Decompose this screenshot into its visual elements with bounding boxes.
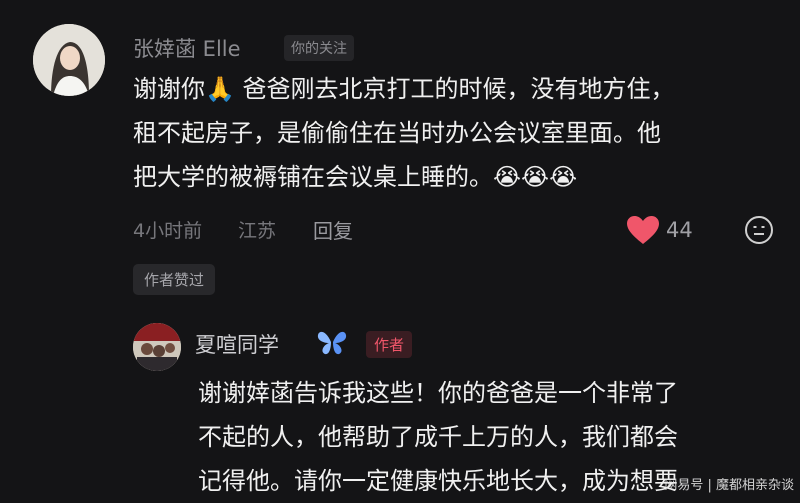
emoji-icon[interactable]: [744, 215, 774, 245]
heart-icon[interactable]: [626, 215, 660, 245]
like-count: 44: [666, 218, 693, 242]
comment-location: 江苏: [238, 220, 277, 242]
comment-line-1: 谢谢你🙏 爸爸刚去北京打工的时候，没有地方住，: [133, 75, 675, 103]
avatar-photo: [33, 24, 105, 96]
reply-button[interactable]: 回复: [313, 215, 353, 244]
follow-tag: 你的关注: [284, 35, 354, 61]
butterfly-icon: [317, 331, 347, 355]
commenter-name[interactable]: 张婞菡 Elle: [133, 33, 241, 63]
comment-line-2: 租不起房子，是偷偷住在当时办公会议室里面。他: [133, 119, 661, 147]
comment-line-3: 把大学的被褥铺在会议桌上睡的。😭😭😭: [133, 163, 578, 191]
author-liked-badge: 作者赞过: [133, 264, 216, 295]
reply-line-2: 不起的人，他帮助了成千上万的人，我们都会: [198, 423, 678, 451]
reply-line-1: 谢谢婞菡告诉我这些！你的爸爸是一个非常了: [198, 379, 678, 407]
reply-line-3: 记得他。请你一定健康快乐地长大，成为想要: [198, 467, 678, 495]
avatar-photo: [133, 323, 181, 371]
comment-time: 4小时前: [133, 220, 203, 242]
reply-author-name[interactable]: 夏喧同学: [195, 329, 279, 359]
commenter-avatar[interactable]: [33, 24, 105, 96]
watermark: 网易号 | 魔都相亲杂谈: [664, 478, 794, 493]
reply-author-avatar[interactable]: [133, 323, 181, 371]
author-badge: 作者: [366, 331, 413, 358]
